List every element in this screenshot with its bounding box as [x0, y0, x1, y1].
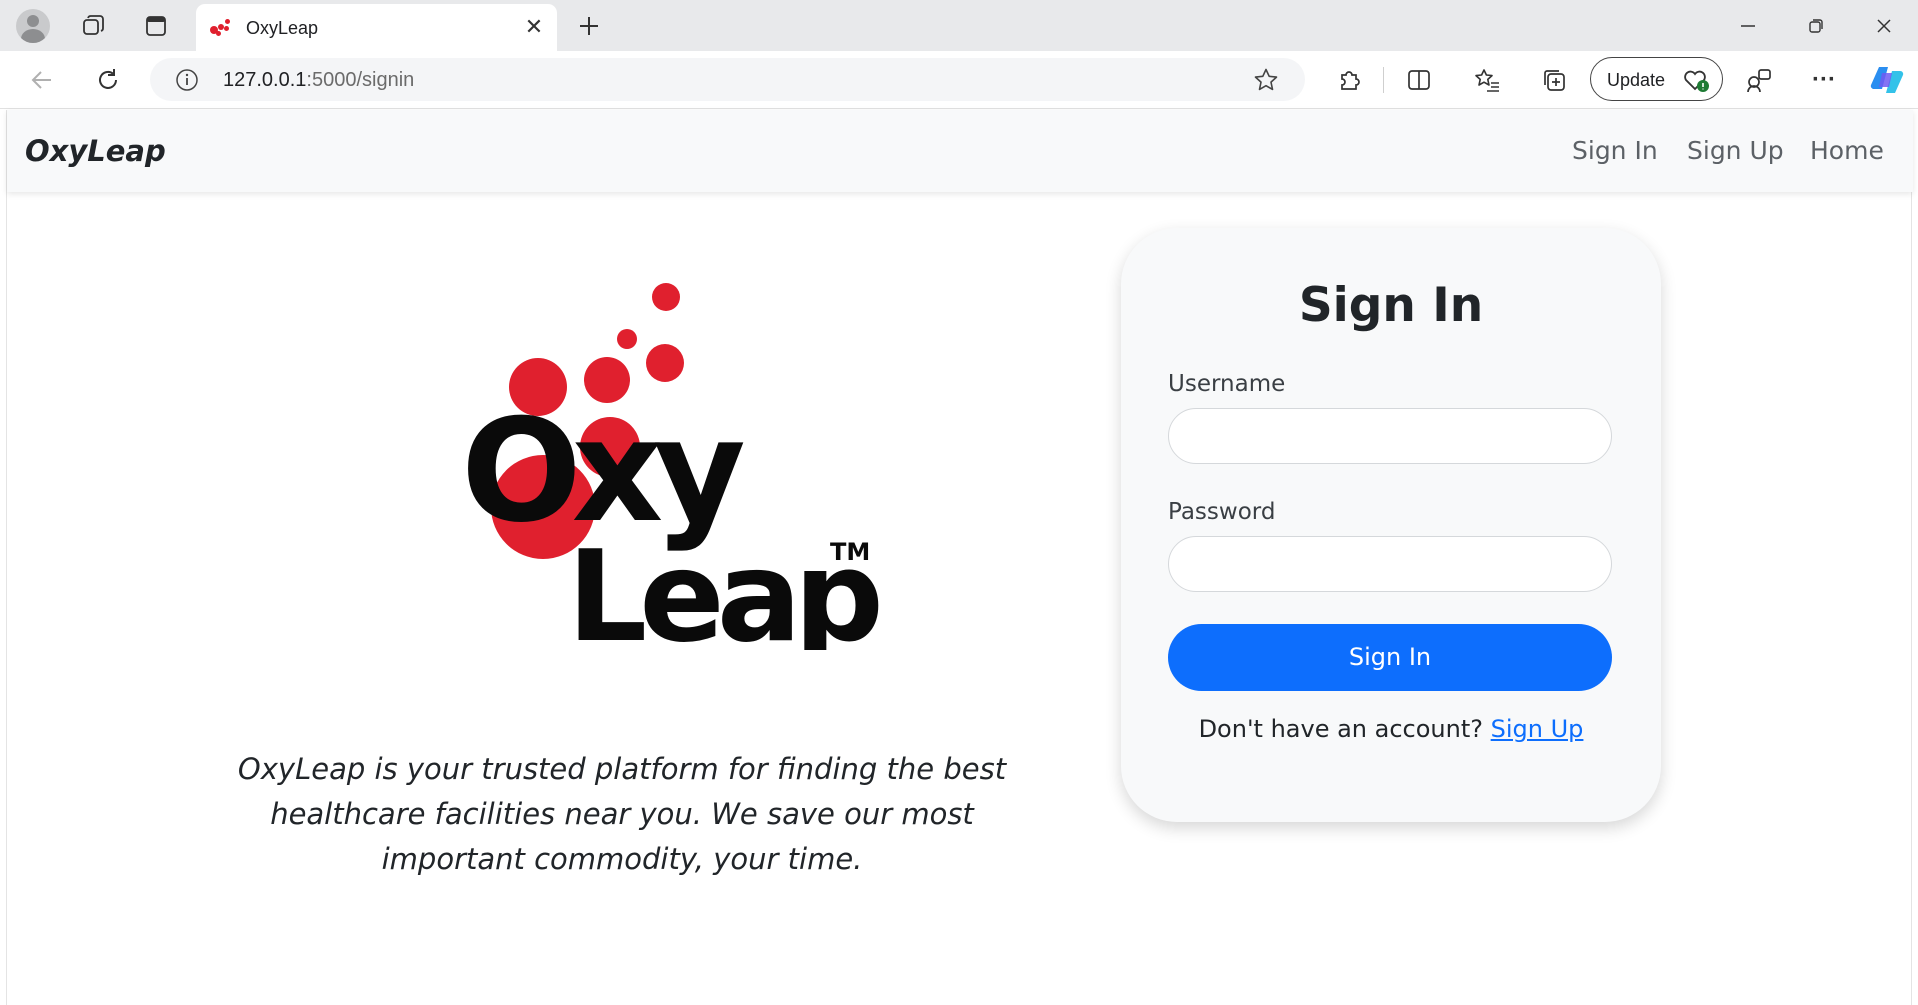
signup-link[interactable]: Sign Up [1491, 715, 1584, 743]
profile-head-shape [27, 15, 39, 27]
address-bar[interactable]: 127.0.0.1:5000/signin [150, 58, 1305, 101]
signup-prompt: Don't have an account? Sign Up [1121, 715, 1661, 743]
profile-shoulders-shape [21, 29, 45, 43]
more-options-icon[interactable]: ··· [1807, 63, 1841, 97]
favorites-list-icon[interactable] [1470, 63, 1504, 97]
favorite-star-icon[interactable] [1252, 66, 1280, 94]
update-heart-icon [1682, 66, 1710, 94]
username-label: Username [1168, 371, 1286, 397]
password-input[interactable] [1168, 536, 1612, 592]
browser-toolbar: 127.0.0.1:5000/signin Update ··· [0, 51, 1918, 109]
username-input[interactable] [1168, 408, 1612, 464]
split-screen-icon[interactable] [1402, 63, 1436, 97]
active-browser-tab[interactable]: OxyLeap ✕ [196, 4, 557, 51]
url-path: :5000/signin [306, 69, 415, 91]
signin-title: Sign In [1298, 278, 1484, 333]
new-tab-icon[interactable] [572, 9, 606, 43]
url-text: 127.0.0.1:5000/signin [223, 69, 414, 92]
site-navbar: OxyLeap Sign In Sign Up Home [7, 110, 1913, 192]
reload-icon[interactable] [90, 63, 126, 97]
toolbar-divider [1383, 67, 1384, 93]
copilot-icon[interactable] [1868, 61, 1906, 99]
signup-prompt-text: Don't have an account? [1198, 715, 1483, 743]
signin-card: Sign In Username Password Sign In Don't … [1121, 228, 1661, 822]
tab-title: OxyLeap [246, 18, 319, 38]
signin-submit-button[interactable]: Sign In [1168, 624, 1612, 691]
logo-trademark: TM [830, 538, 870, 566]
collections-icon[interactable] [1537, 63, 1571, 97]
update-button[interactable]: Update [1590, 57, 1723, 101]
close-window-icon[interactable] [1868, 10, 1900, 42]
oxyleap-logo: Oxy Leap TM [447, 280, 887, 670]
navbar-brand[interactable]: OxyLeap [25, 134, 166, 168]
tab-close-icon[interactable]: ✕ [519, 12, 549, 42]
update-label: Update [1607, 70, 1666, 90]
password-label: Password [1168, 499, 1276, 525]
nav-link-home[interactable]: Home [1810, 136, 1884, 165]
oxyleap-favicon-icon [210, 17, 232, 37]
nav-link-sign-up[interactable]: Sign Up [1687, 136, 1784, 165]
share-icon[interactable] [1742, 63, 1776, 97]
tab-actions-icon[interactable] [140, 10, 172, 42]
nav-link-sign-in[interactable]: Sign In [1572, 136, 1658, 165]
site-info-icon[interactable] [174, 67, 200, 93]
browser-tab-strip: OxyLeap ✕ [0, 0, 1918, 51]
workspaces-icon[interactable] [78, 10, 110, 42]
web-page: OxyLeap Sign In Sign Up Home Oxy Leap TM… [6, 110, 1913, 1005]
back-arrow-icon[interactable] [24, 63, 60, 97]
restore-window-icon[interactable] [1800, 10, 1832, 42]
url-host: 127.0.0.1 [223, 69, 307, 91]
minimize-window-icon[interactable] [1732, 10, 1764, 42]
hero-tagline: OxyLeap is your trusted platform for fin… [237, 752, 1007, 876]
profile-avatar[interactable] [16, 9, 50, 43]
extensions-icon[interactable] [1332, 63, 1366, 97]
